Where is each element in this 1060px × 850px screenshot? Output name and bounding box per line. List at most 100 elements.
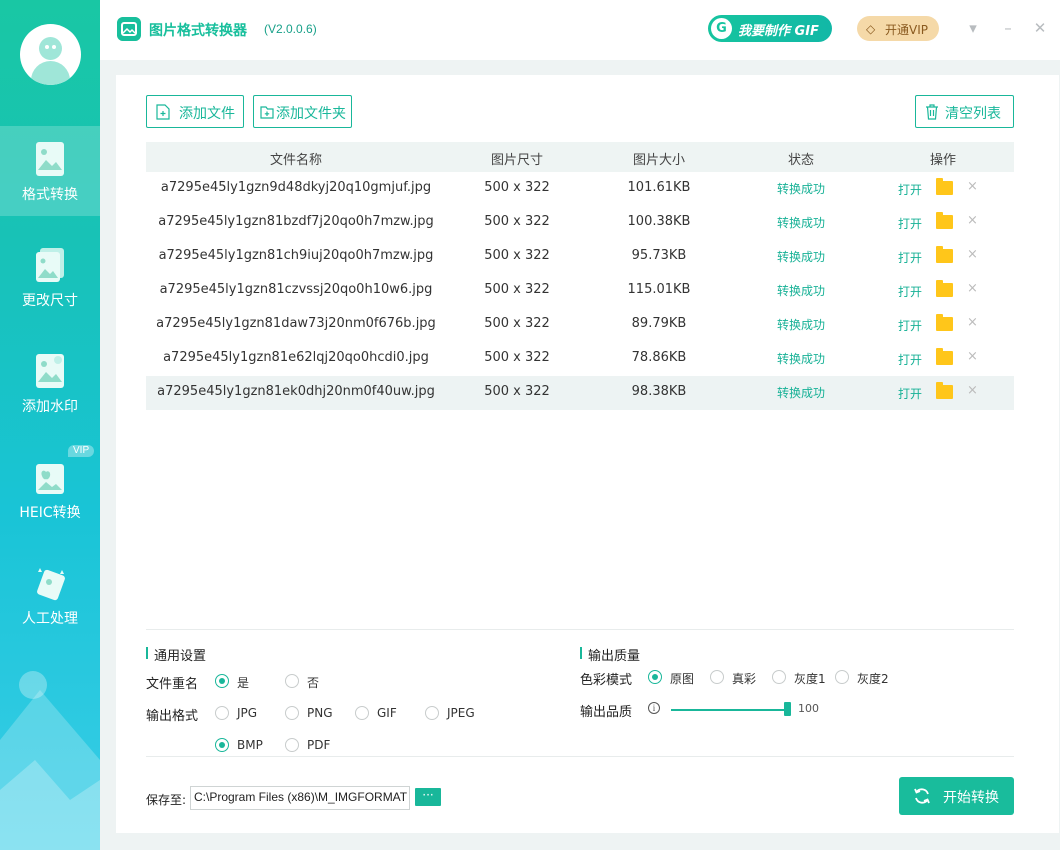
sidebar-item-format-convert[interactable]: 格式转换 bbox=[0, 126, 100, 216]
folder-icon[interactable] bbox=[936, 212, 953, 229]
app-logo-icon bbox=[117, 17, 141, 41]
output-path-field[interactable]: C:\Program Files (x86)\M_IMGFORMAT bbox=[190, 786, 410, 810]
folder-icon[interactable] bbox=[936, 348, 953, 365]
folder-icon[interactable] bbox=[936, 314, 953, 331]
table-row[interactable]: a7295e45ly1gzn81bzdf7j20qo0h7mzw.jpg 500 … bbox=[146, 206, 1014, 240]
table-row[interactable]: a7295e45ly1gzn81czvssj20qo0h10w6.jpg 500 … bbox=[146, 274, 1014, 308]
clear-list-button[interactable]: 清空列表 bbox=[915, 95, 1014, 128]
output-quality-title: 输出质量 bbox=[580, 645, 640, 664]
user-avatar[interactable] bbox=[20, 24, 81, 85]
image-convert-icon bbox=[36, 142, 64, 176]
remove-icon[interactable]: × bbox=[967, 213, 978, 228]
file-name-cell: a7295e45ly1gzn81bzdf7j20qo0h7mzw.jpg bbox=[158, 214, 434, 229]
make-gif-button[interactable]: G 我要制作 GIF bbox=[708, 15, 832, 42]
general-settings-title: 通用设置 bbox=[146, 645, 206, 664]
make-gif-label: 我要制作 GIF bbox=[738, 24, 819, 39]
folder-icon[interactable] bbox=[936, 246, 953, 263]
remove-icon[interactable]: × bbox=[967, 383, 978, 398]
open-file-link[interactable]: 打开 bbox=[898, 351, 922, 368]
table-row[interactable]: a7295e45ly1gzn81e62lqj20qo0hcdi0.jpg 500 … bbox=[146, 342, 1014, 376]
sidebar-item-label: 更改尺寸 bbox=[22, 293, 78, 309]
column-header-status: 状态 bbox=[787, 153, 814, 168]
table-row[interactable]: a7295e45ly1gzn81ek0dhj20nm0f40uw.jpg 500 … bbox=[146, 376, 1014, 410]
manual-process-icon bbox=[37, 568, 65, 601]
column-header-name: 文件名称 bbox=[269, 153, 322, 168]
sidebar-item-manual[interactable]: 人工处理 bbox=[0, 550, 100, 640]
remove-icon[interactable]: × bbox=[967, 179, 978, 194]
close-icon[interactable]: ✕ bbox=[1030, 18, 1050, 38]
quality-value: 100 bbox=[798, 702, 819, 715]
filesize-cell: 101.61KB bbox=[627, 180, 691, 195]
quality-slider-track[interactable] bbox=[671, 709, 789, 711]
sidebar: 格式转换 更改尺寸 添加水印 VIP HEIC转换 人工处理 bbox=[0, 0, 100, 850]
status-cell: 转换成功 bbox=[776, 284, 825, 298]
folder-icon[interactable] bbox=[936, 382, 953, 399]
column-header-actions: 操作 bbox=[929, 153, 956, 168]
heic-convert-icon bbox=[36, 464, 64, 494]
file-name-cell: a7295e45ly1gzn81ek0dhj20nm0f40uw.jpg bbox=[157, 384, 435, 399]
remove-icon[interactable]: × bbox=[967, 315, 978, 330]
folder-icon[interactable] bbox=[936, 280, 953, 297]
diamond-icon: ◇ bbox=[866, 22, 876, 36]
minimize-icon[interactable]: – bbox=[998, 18, 1018, 38]
dimensions-cell: 500 x 322 bbox=[484, 248, 550, 263]
start-convert-button[interactable]: 开始转换 bbox=[899, 777, 1014, 815]
remove-icon[interactable]: × bbox=[967, 247, 978, 262]
table-row[interactable]: a7295e45ly1gzn9d48dkyj20q10gmjuf.jpg 500 … bbox=[146, 172, 1014, 206]
file-name-cell: a7295e45ly1gzn81daw73j20nm0f676b.jpg bbox=[156, 316, 436, 331]
app-title: 图片格式转换器 bbox=[149, 23, 247, 39]
open-vip-label: 开通VIP bbox=[885, 23, 928, 37]
sidebar-item-label: 添加水印 bbox=[22, 399, 78, 415]
app-version: (V2.0.0.6) bbox=[264, 22, 317, 36]
add-folder-label: 添加文件夹 bbox=[276, 106, 346, 122]
open-vip-button[interactable]: ◇ 开通VIP bbox=[857, 16, 939, 41]
table-row[interactable]: a7295e45ly1gzn81ch9iuj20qo0h7mzw.jpg 500 … bbox=[146, 240, 1014, 274]
add-folder-icon bbox=[260, 106, 274, 119]
dimensions-cell: 500 x 322 bbox=[484, 350, 550, 365]
menu-dropdown-icon[interactable]: ▾ bbox=[963, 18, 983, 38]
output-format-label: 输出格式 bbox=[146, 709, 199, 724]
gif-logo-icon: G bbox=[711, 18, 732, 39]
color-mode-label: 色彩模式 bbox=[580, 673, 633, 688]
rename-label: 文件重名 bbox=[146, 677, 199, 692]
info-icon[interactable]: i bbox=[648, 702, 660, 714]
dimensions-cell: 500 x 322 bbox=[484, 282, 550, 297]
footer-divider bbox=[146, 756, 1014, 757]
remove-icon[interactable]: × bbox=[967, 349, 978, 364]
table-row[interactable]: a7295e45ly1gzn81daw73j20nm0f676b.jpg 500 … bbox=[146, 308, 1014, 342]
trash-icon bbox=[926, 104, 938, 120]
open-file-link[interactable]: 打开 bbox=[898, 283, 922, 300]
section-divider bbox=[146, 629, 1014, 630]
filesize-cell: 115.01KB bbox=[627, 282, 691, 297]
save-to-label: 保存至: bbox=[146, 793, 187, 807]
open-file-link[interactable]: 打开 bbox=[898, 249, 922, 266]
status-cell: 转换成功 bbox=[776, 250, 825, 264]
column-header-filesize: 图片大小 bbox=[632, 153, 685, 168]
open-file-link[interactable]: 打开 bbox=[898, 215, 922, 232]
dimensions-cell: 500 x 322 bbox=[484, 384, 550, 399]
title-bar: 图片格式转换器 (V2.0.0.6) G 我要制作 GIF ◇ 开通VIP ▾ … bbox=[100, 0, 1060, 60]
status-cell: 转换成功 bbox=[776, 216, 825, 230]
folder-icon[interactable] bbox=[936, 178, 953, 195]
open-file-link[interactable]: 打开 bbox=[898, 181, 922, 198]
sidebar-item-resize[interactable]: 更改尺寸 bbox=[0, 232, 100, 322]
quality-slider-thumb[interactable] bbox=[784, 702, 791, 716]
open-file-link[interactable]: 打开 bbox=[898, 385, 922, 402]
add-file-label: 添加文件 bbox=[179, 106, 235, 122]
filesize-cell: 95.73KB bbox=[631, 248, 687, 263]
sidebar-item-heic[interactable]: VIP HEIC转换 bbox=[0, 444, 100, 534]
browse-path-button[interactable]: ··· bbox=[415, 788, 441, 806]
file-name-cell: a7295e45ly1gzn81czvssj20qo0h10w6.jpg bbox=[159, 282, 433, 297]
file-table-header: 文件名称 图片尺寸 图片大小 状态 操作 bbox=[146, 142, 1014, 172]
sidebar-item-label: 格式转换 bbox=[22, 187, 78, 203]
sidebar-item-watermark[interactable]: 添加水印 bbox=[0, 338, 100, 428]
dimensions-cell: 500 x 322 bbox=[484, 214, 550, 229]
add-folder-button[interactable]: 添加文件夹 bbox=[253, 95, 352, 128]
add-file-button[interactable]: 添加文件 bbox=[146, 95, 244, 128]
refresh-icon bbox=[914, 788, 930, 804]
open-file-link[interactable]: 打开 bbox=[898, 317, 922, 334]
dimensions-cell: 500 x 322 bbox=[484, 180, 550, 195]
image-resize-icon bbox=[36, 248, 64, 282]
remove-icon[interactable]: × bbox=[967, 281, 978, 296]
output-quality-label: 输出品质 bbox=[580, 705, 633, 720]
